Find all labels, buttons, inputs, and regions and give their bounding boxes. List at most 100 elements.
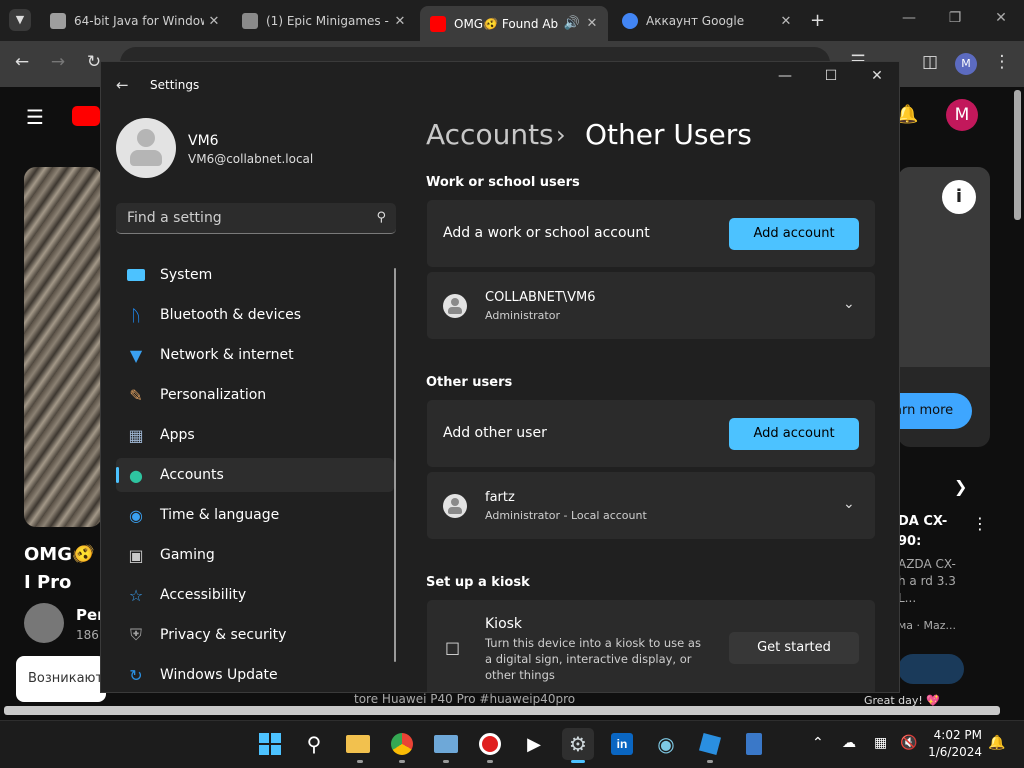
nav-label: Accounts	[160, 467, 224, 483]
chevron-down-icon[interactable]: ⌄	[843, 296, 855, 312]
channel-avatar[interactable]	[24, 603, 64, 643]
profile-avatar[interactable]: M	[955, 53, 977, 75]
add-work-account-button[interactable]: Add account	[729, 218, 859, 250]
recommended-channel: ма · Maz...	[898, 619, 957, 632]
account-avatar[interactable]: M	[946, 99, 978, 131]
browser-tab-active[interactable]: OMG🫨 Found Ab 🔊 ✕	[420, 6, 608, 41]
nav-item-personalization[interactable]: ✎ Personalization	[116, 378, 394, 412]
kiosk-icon: □	[445, 638, 461, 657]
info-icon[interactable]: i	[942, 180, 976, 214]
user-icon	[443, 494, 467, 518]
chevron-right-icon[interactable]: ❯	[954, 477, 967, 496]
nav-item-bluetooth[interactable]: ᚢ Bluetooth & devices	[116, 298, 394, 332]
video-player[interactable]	[24, 167, 102, 527]
tab-favicon-icon	[242, 13, 258, 29]
share-button[interactable]	[898, 654, 964, 684]
side-panel-icon[interactable]: ◫	[918, 52, 942, 72]
nav-scrollbar[interactable]	[394, 268, 396, 662]
start-button[interactable]	[254, 728, 286, 760]
nav-item-time-language[interactable]: ◉ Time & language	[116, 498, 394, 532]
page-title: Other Users	[585, 118, 752, 151]
nav-item-privacy[interactable]: ⛨ Privacy & security	[116, 618, 394, 652]
close-window-icon[interactable]: ✕	[978, 10, 1024, 26]
nav-label: Privacy & security	[160, 627, 287, 643]
minimize-icon[interactable]: —	[886, 10, 932, 26]
close-icon[interactable]: ✕	[204, 14, 224, 29]
nav-item-accessibility[interactable]: ☆ Accessibility	[116, 578, 394, 612]
tab-title: OMG🫨 Found Ab	[454, 16, 559, 31]
nav-label: Network & internet	[160, 347, 294, 363]
record-icon[interactable]	[474, 728, 506, 760]
nav-item-network[interactable]: ▼ Network & internet	[116, 338, 394, 372]
photos-icon[interactable]	[430, 728, 462, 760]
display-icon[interactable]: ▦	[874, 735, 887, 751]
nav-item-gaming[interactable]: ▣ Gaming	[116, 538, 394, 572]
clock[interactable]: 4:02 PM 1/6/2024	[920, 727, 982, 761]
new-tab-button[interactable]: +	[810, 10, 825, 31]
calculator-icon[interactable]	[738, 728, 770, 760]
notification-bell-icon[interactable]: 🔔	[988, 735, 1005, 751]
back-arrow-icon[interactable]: ←	[116, 76, 129, 94]
shield-icon: ⛨	[129, 625, 142, 644]
settings-search-input[interactable]: Find a setting ⚲	[116, 203, 396, 234]
recommended-video-title[interactable]: DA CX-90: Turbo I6	[898, 512, 964, 552]
close-icon[interactable]: ✕	[390, 14, 410, 29]
settings-gear-icon[interactable]: ⚙	[562, 728, 594, 760]
comment-input[interactable]: Возникают	[16, 656, 106, 702]
gamepad-icon: ▣	[128, 545, 144, 565]
more-menu-icon[interactable]: ⋮	[990, 52, 1014, 72]
get-started-button[interactable]: Get started	[729, 632, 859, 664]
vertical-scrollbar[interactable]	[1014, 90, 1021, 220]
description-snippet: tore Huawei P40 Pro #huaweip40pro	[354, 692, 576, 706]
youtube-favicon-icon	[430, 15, 446, 32]
accessibility-icon: ☆	[128, 585, 144, 605]
chevron-down-icon[interactable]: ⌄	[843, 496, 855, 512]
volume-muted-icon[interactable]: 🔇	[900, 735, 917, 751]
paint-icon[interactable]: ◉	[650, 728, 682, 760]
search-placeholder: Find a setting	[127, 210, 222, 226]
breadcrumb-parent[interactable]: Accounts	[426, 118, 554, 151]
media-player-icon[interactable]: ▶	[518, 728, 550, 760]
roblox-icon[interactable]	[694, 728, 726, 760]
close-icon[interactable]: ✕	[854, 68, 900, 84]
close-icon[interactable]: ✕	[776, 14, 796, 29]
horizontal-scrollbar[interactable]	[4, 706, 1000, 715]
taskbar	[0, 720, 1024, 768]
minimize-icon[interactable]: —	[762, 68, 808, 84]
restore-icon[interactable]: ❐	[932, 10, 978, 26]
other-user-card[interactable]: fartz Administrator - Local account ⌄	[427, 472, 875, 539]
back-icon[interactable]: ←	[10, 52, 34, 72]
tab-search-button[interactable]: ▼	[9, 9, 31, 31]
maximize-icon[interactable]: ☐	[808, 68, 854, 84]
browser-tab[interactable]: 64-bit Java for Window ✕	[40, 6, 230, 36]
forward-icon[interactable]: →	[46, 52, 70, 72]
browser-tab[interactable]: Аккаунт Google ✕	[612, 6, 802, 36]
hamburger-menu-icon[interactable]: ☰	[26, 105, 44, 129]
nav-item-apps[interactable]: ▦ Apps	[116, 418, 394, 452]
file-explorer-icon[interactable]	[342, 728, 374, 760]
clock-date: 1/6/2024	[928, 745, 982, 759]
close-icon[interactable]: ✕	[582, 16, 602, 31]
chevron-up-icon[interactable]: ⌃	[812, 735, 824, 751]
chrome-icon[interactable]	[386, 728, 418, 760]
speaker-icon[interactable]: 🔊	[562, 16, 582, 31]
subscriber-count: 186	[76, 628, 99, 642]
browser-tab[interactable]: (1) Epic Minigames - R ✕	[232, 6, 416, 36]
running-indicator	[487, 760, 493, 763]
nav-item-system[interactable]: System	[116, 258, 394, 292]
linkedin-icon[interactable]: in	[606, 728, 638, 760]
add-other-user-button[interactable]: Add account	[729, 418, 859, 450]
globe-clock-icon: ◉	[129, 505, 143, 525]
person-head	[137, 129, 155, 147]
profile-name: VM6	[188, 133, 219, 149]
more-actions-icon[interactable]: ⋮	[972, 514, 988, 533]
work-user-card[interactable]: COLLABNET\VM6 Administrator ⌄	[427, 272, 875, 339]
profile-picture[interactable]	[116, 118, 176, 178]
nav-label: Windows Update	[160, 667, 278, 683]
search-icon[interactable]: ⚲	[298, 728, 330, 760]
card-label: Add other user	[443, 425, 547, 441]
nav-item-accounts[interactable]: ● Accounts	[116, 458, 394, 492]
network-off-icon[interactable]: ☁	[842, 735, 856, 751]
nav-item-windows-update[interactable]: ↻ Windows Update	[116, 658, 394, 692]
youtube-logo-icon[interactable]	[72, 106, 100, 126]
